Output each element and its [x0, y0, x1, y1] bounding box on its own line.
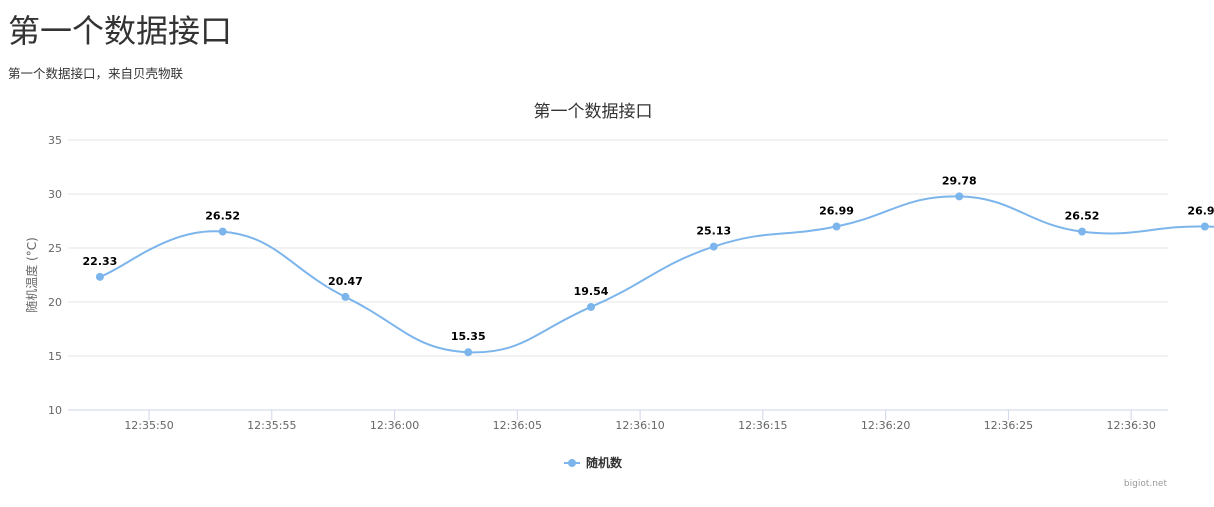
chart-title: 第一个数据接口: [534, 102, 653, 122]
data-point: [1200, 222, 1209, 231]
x-tick-label: 12:36:00: [370, 419, 419, 432]
series-layer: 22.33 26.52 20.47 15.35 19.54 25.13 26.99 29.78…: [81, 173, 1214, 357]
y-tick-label: 10: [48, 404, 62, 417]
data-label: 15.35: [451, 330, 486, 343]
data-point: [95, 272, 104, 281]
x-tick-label: 12:36:15: [738, 419, 787, 432]
data-label: 26.52: [1065, 210, 1100, 223]
data-point: [1078, 227, 1087, 236]
chart-container: 第一个数据接口 10 15 20 25 30 35 12:35:50 12:35:55 12:…: [0, 88, 1214, 503]
x-tick-label: 12:36:10: [615, 419, 664, 432]
data-point: [709, 242, 718, 251]
data-label: 25.13: [696, 225, 731, 238]
data-label: 26.99: [1187, 205, 1214, 218]
data-point: [218, 227, 227, 236]
data-label: 22.33: [83, 255, 118, 268]
data-label: 29.78: [942, 174, 977, 187]
x-tick-label: 12:36:30: [1106, 419, 1155, 432]
data-label: 19.54: [574, 285, 609, 298]
x-tick-label: 12:36:20: [861, 419, 910, 432]
data-label: 20.47: [328, 275, 363, 288]
line-chart: 第一个数据接口 101520253035 12:35:50 12:35:55 12:…: [24, 102, 1214, 489]
x-tick-label: 12:35:50: [124, 419, 173, 432]
x-tick-label: 12:35:55: [247, 419, 296, 432]
data-point: [464, 348, 473, 357]
data-point: [955, 192, 964, 201]
legend[interactable]: 随机数: [564, 455, 623, 470]
data-point: [832, 222, 841, 231]
y-tick-label: 25: [48, 242, 62, 255]
series-line: [99, 195, 1214, 354]
grid-lines: [68, 139, 1168, 357]
page-title: 第一个数据接口: [8, 12, 233, 50]
y-tick-label: 20: [48, 296, 62, 309]
x-tick-label: 12:36:05: [493, 419, 542, 432]
y-tick-label: 35: [48, 134, 62, 147]
data-point: [586, 302, 595, 311]
legend-marker-icon: [568, 459, 576, 467]
y-tick-label: 30: [48, 188, 62, 201]
y-axis-title: 随机温度 (°C): [24, 237, 39, 313]
data-label: 26.52: [205, 210, 240, 223]
x-axis: 12:35:50 12:35:55 12:36:00 12:36:05 12:36:10…: [68, 409, 1168, 432]
y-axis: 10 15 20 25 30 35: [48, 134, 62, 417]
x-tick-label: 12:36:25: [984, 419, 1033, 432]
y-tick-label: 15: [48, 350, 62, 363]
legend-item-label: 随机数: [586, 455, 623, 470]
data-label: 26.99: [819, 205, 854, 218]
credits-link[interactable]: bigiot.net: [1124, 479, 1168, 489]
page-subtitle: 第一个数据接口，来自贝壳物联: [8, 66, 184, 81]
data-point: [341, 292, 350, 301]
